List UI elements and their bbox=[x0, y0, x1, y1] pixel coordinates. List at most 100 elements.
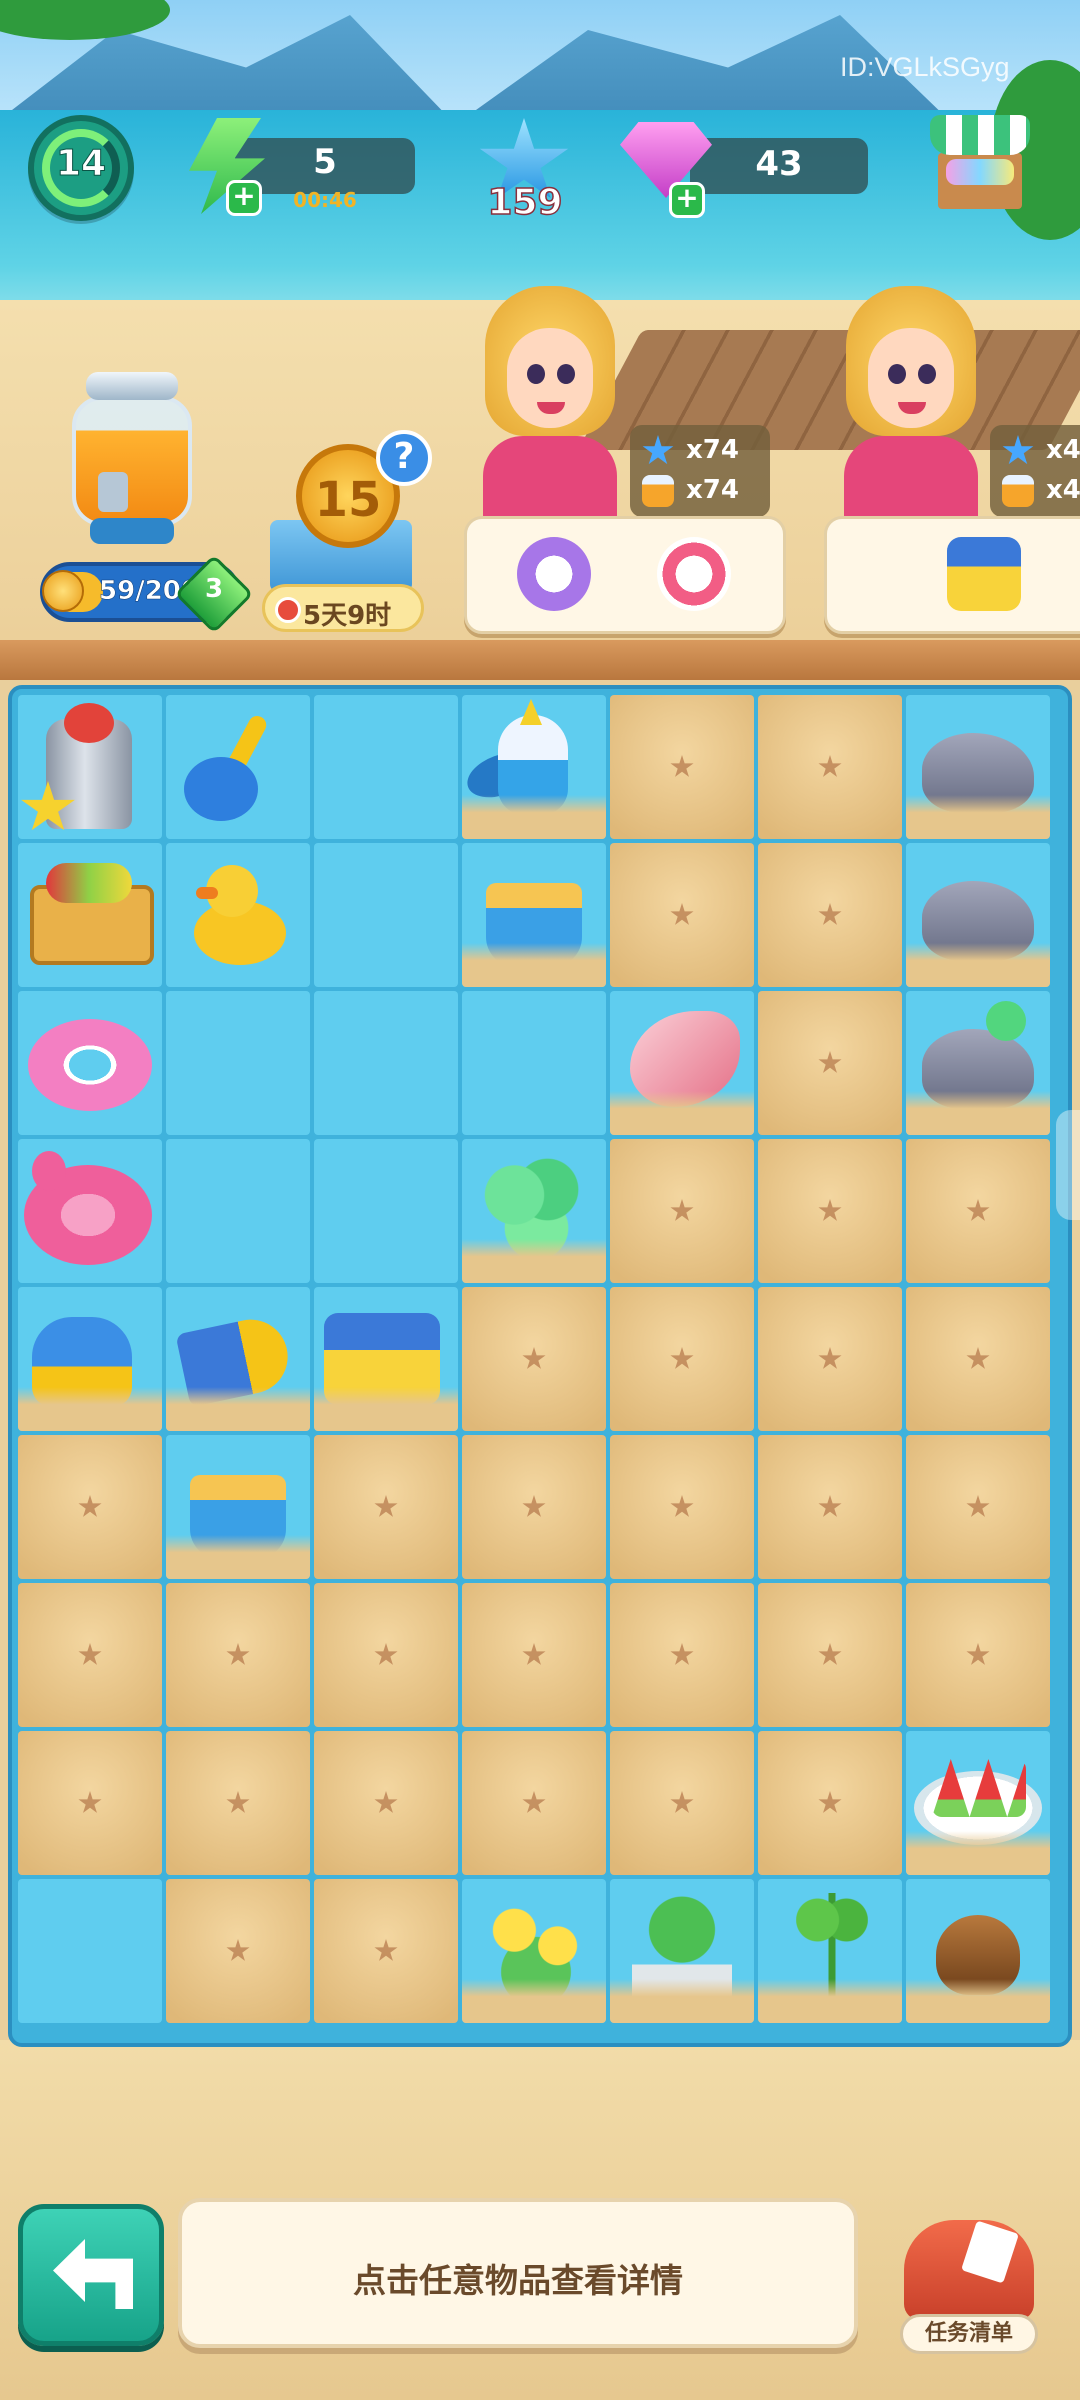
board-cell-sand-bucket[interactable] bbox=[166, 1435, 310, 1579]
board-cell-sand[interactable] bbox=[18, 1583, 162, 1727]
board-cell-empty[interactable] bbox=[166, 991, 310, 1135]
board-cell-plant-pot[interactable] bbox=[610, 1879, 754, 2023]
req-star-line: x4 bbox=[1002, 433, 1080, 469]
board-cell-rock[interactable] bbox=[906, 843, 1050, 987]
customer-avatar[interactable] bbox=[836, 286, 986, 516]
add-energy-button[interactable]: + bbox=[226, 180, 262, 216]
star-count: 159 bbox=[487, 181, 564, 224]
board-cell-sand[interactable] bbox=[18, 1435, 162, 1579]
board-cell-watermelon[interactable] bbox=[906, 1731, 1050, 1875]
board-cell-empty[interactable] bbox=[314, 1139, 458, 1283]
board-cell-sand-bucket[interactable] bbox=[462, 843, 606, 987]
side-panel-handle[interactable] bbox=[1056, 1110, 1080, 1220]
req-jug-count: x74 bbox=[686, 475, 739, 505]
board-cell-sand[interactable] bbox=[758, 991, 902, 1135]
board-cell-sand[interactable] bbox=[462, 1435, 606, 1579]
board-cell-sand[interactable] bbox=[462, 1287, 606, 1431]
player-level-badge[interactable]: 14 bbox=[28, 115, 134, 221]
board-cell-sand[interactable] bbox=[462, 1731, 606, 1875]
board-cell-seed[interactable] bbox=[906, 1879, 1050, 2023]
board-cell-sand[interactable] bbox=[166, 1879, 310, 2023]
board-cell-sand[interactable] bbox=[758, 1731, 902, 1875]
starfish-icon bbox=[966, 1347, 990, 1369]
board-cell-sand[interactable] bbox=[314, 1731, 458, 1875]
board-cell-rubber-duck[interactable] bbox=[166, 843, 310, 987]
board-cell-sand[interactable] bbox=[314, 1583, 458, 1727]
sand-cover bbox=[610, 1979, 754, 2023]
board-cell-sand[interactable] bbox=[758, 1139, 902, 1283]
board-cell-rock[interactable] bbox=[906, 695, 1050, 839]
board-cell-sprout[interactable] bbox=[758, 1879, 902, 2023]
board-cell-sand[interactable] bbox=[906, 1435, 1050, 1579]
board-cell-sand[interactable] bbox=[906, 1139, 1050, 1283]
board-cell-sand[interactable] bbox=[166, 1583, 310, 1727]
starfish-icon bbox=[78, 1791, 102, 1813]
board-cell-juicer[interactable] bbox=[18, 695, 162, 839]
starfish-icon bbox=[818, 1791, 842, 1813]
starfish-icon bbox=[226, 1939, 250, 1961]
board-cell-watering-can[interactable] bbox=[18, 1287, 162, 1431]
board-cell-empty[interactable] bbox=[18, 1879, 162, 2023]
board-cell-sand[interactable] bbox=[758, 1435, 902, 1579]
board-cell-sand[interactable] bbox=[758, 1583, 902, 1727]
board-cell-donut-float[interactable] bbox=[18, 991, 162, 1135]
board-cell-sand[interactable] bbox=[18, 1731, 162, 1875]
help-button[interactable]: ? bbox=[376, 430, 432, 486]
starfish-icon bbox=[818, 903, 842, 925]
customer-avatar[interactable] bbox=[475, 286, 625, 516]
order-requirements: x74 x74 bbox=[630, 425, 770, 517]
order-requirements: x4 x4 bbox=[990, 425, 1080, 517]
jar-tap-icon bbox=[98, 472, 128, 512]
back-button[interactable] bbox=[18, 2204, 164, 2346]
board-cell-sand-scoop[interactable] bbox=[166, 1287, 310, 1431]
board-cell-sand[interactable] bbox=[610, 843, 754, 987]
sand-cover bbox=[462, 795, 606, 839]
board-cell-picnic-basket[interactable] bbox=[18, 843, 162, 987]
board-cell-sand[interactable] bbox=[610, 1139, 754, 1283]
board-cell-empty[interactable] bbox=[314, 695, 458, 839]
starfish-icon bbox=[374, 1791, 398, 1813]
board-cell-leaves[interactable] bbox=[462, 1139, 606, 1283]
order-card[interactable] bbox=[464, 516, 786, 634]
juice-jar-button[interactable] bbox=[72, 372, 192, 544]
sand-cover bbox=[906, 1091, 1050, 1135]
board-cell-sand[interactable] bbox=[610, 1435, 754, 1579]
board-cell-sand[interactable] bbox=[314, 1435, 458, 1579]
task-list-button[interactable]: 任务清单 bbox=[890, 2210, 1050, 2360]
board-cell-sand[interactable] bbox=[758, 1287, 902, 1431]
board-cell-sand[interactable] bbox=[462, 1583, 606, 1727]
req-star-count: x74 bbox=[686, 435, 739, 465]
board-cell-empty[interactable] bbox=[166, 1139, 310, 1283]
board-cell-seashell[interactable] bbox=[610, 991, 754, 1135]
board-cell-empty[interactable] bbox=[462, 991, 606, 1135]
board-cell-sand[interactable] bbox=[314, 1879, 458, 2023]
board-cell-shovel[interactable] bbox=[166, 695, 310, 839]
order-card[interactable] bbox=[824, 516, 1080, 634]
board-cell-sand[interactable] bbox=[906, 1583, 1050, 1727]
gem-counter[interactable]: 43 bbox=[690, 138, 868, 194]
sand-cover bbox=[166, 1387, 310, 1431]
starfish-icon bbox=[522, 1791, 546, 1813]
jar-lid-icon bbox=[86, 372, 178, 400]
board-cell-sand[interactable] bbox=[610, 1731, 754, 1875]
board-cell-sand[interactable] bbox=[610, 695, 754, 839]
board-cell-sand[interactable] bbox=[610, 1287, 754, 1431]
board-cell-flamingo-float[interactable] bbox=[18, 1139, 162, 1283]
rock-plant-icon bbox=[986, 1001, 1026, 1041]
board-cell-sand-truck[interactable] bbox=[314, 1287, 458, 1431]
energy-counter[interactable]: 5 00:46 bbox=[235, 138, 415, 212]
board-cell-empty[interactable] bbox=[314, 991, 458, 1135]
sand-cover bbox=[906, 943, 1050, 987]
board-cell-sand[interactable] bbox=[758, 843, 902, 987]
board-cell-sand[interactable] bbox=[166, 1731, 310, 1875]
board-cell-rock-plant[interactable] bbox=[906, 991, 1050, 1135]
sand-cover bbox=[610, 1091, 754, 1135]
board-cell-sand[interactable] bbox=[906, 1287, 1050, 1431]
board-cell-sand[interactable] bbox=[758, 695, 902, 839]
shop-button[interactable] bbox=[930, 115, 1030, 215]
add-gem-button[interactable]: + bbox=[669, 182, 705, 218]
board-cell-parrot[interactable] bbox=[462, 695, 606, 839]
board-cell-empty[interactable] bbox=[314, 843, 458, 987]
board-cell-flower-pot[interactable] bbox=[462, 1879, 606, 2023]
board-cell-sand[interactable] bbox=[610, 1583, 754, 1727]
